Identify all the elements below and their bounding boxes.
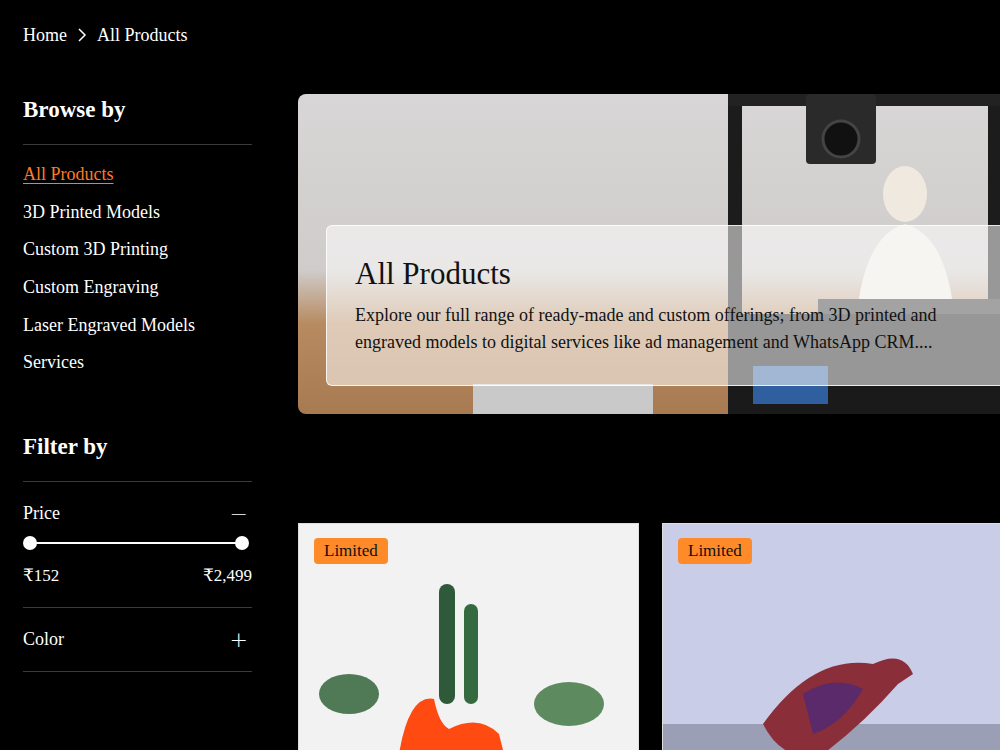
category-list: All Products3D Printed ModelsCustom 3D P… xyxy=(23,156,252,382)
toggle-icon[interactable]: + xyxy=(230,627,252,652)
browse-heading: Browse by xyxy=(23,96,252,145)
filter-label: Price xyxy=(23,503,60,524)
sidebar-item[interactable]: Laser Engraved Models xyxy=(23,306,252,344)
slider-track xyxy=(30,542,242,544)
toggle-icon[interactable]: − xyxy=(230,501,252,526)
product-grid: Limited Limited xyxy=(298,523,1000,750)
hero-caption: All Products Explore our full range of re… xyxy=(326,225,1000,386)
main-content: All Products Explore our full range of re… xyxy=(298,94,1000,750)
sidebar: Browse byAll Products3D Printed ModelsCu… xyxy=(23,94,252,672)
breadcrumb-link[interactable]: Home xyxy=(23,25,67,46)
hero-description: engraved models to digital services like… xyxy=(355,329,1000,356)
breadcrumb: Home All Products xyxy=(23,24,1000,46)
sidebar-item[interactable]: Custom Engraving xyxy=(23,269,252,307)
filter-section: Color + xyxy=(23,608,252,672)
min-price: ₹152 xyxy=(23,566,59,586)
max-price: ₹2,499 xyxy=(203,566,252,586)
sidebar-item[interactable]: 3D Printed Models xyxy=(23,194,252,232)
slider-handle[interactable] xyxy=(235,536,249,550)
filter-heading: Filter by xyxy=(23,433,252,482)
slider-handle[interactable] xyxy=(23,536,37,550)
sidebar-item[interactable]: All Products xyxy=(23,156,252,194)
hero-banner: All Products Explore our full range of re… xyxy=(298,94,1000,414)
filter-header[interactable]: Price − xyxy=(23,498,252,530)
price-slider[interactable] xyxy=(30,530,242,556)
product-card[interactable]: Limited xyxy=(662,523,1000,750)
filter-label: Color xyxy=(23,629,64,650)
sidebar-item[interactable]: Custom 3D Printing xyxy=(23,231,252,269)
filter-header[interactable]: Color + xyxy=(23,624,252,656)
filter-section: Price − ₹152 ₹2,499 xyxy=(23,482,252,608)
hero-description: Explore our full range of ready-made and… xyxy=(355,302,1000,329)
limited-badge: Limited xyxy=(314,538,388,564)
hero-title: All Products xyxy=(355,256,1000,292)
limited-badge: Limited xyxy=(678,538,752,564)
chevron-right-icon xyxy=(77,27,87,43)
product-card[interactable]: Limited xyxy=(298,523,639,750)
sidebar-item[interactable]: Services xyxy=(23,344,252,382)
breadcrumb-link[interactable]: All Products xyxy=(97,25,188,46)
